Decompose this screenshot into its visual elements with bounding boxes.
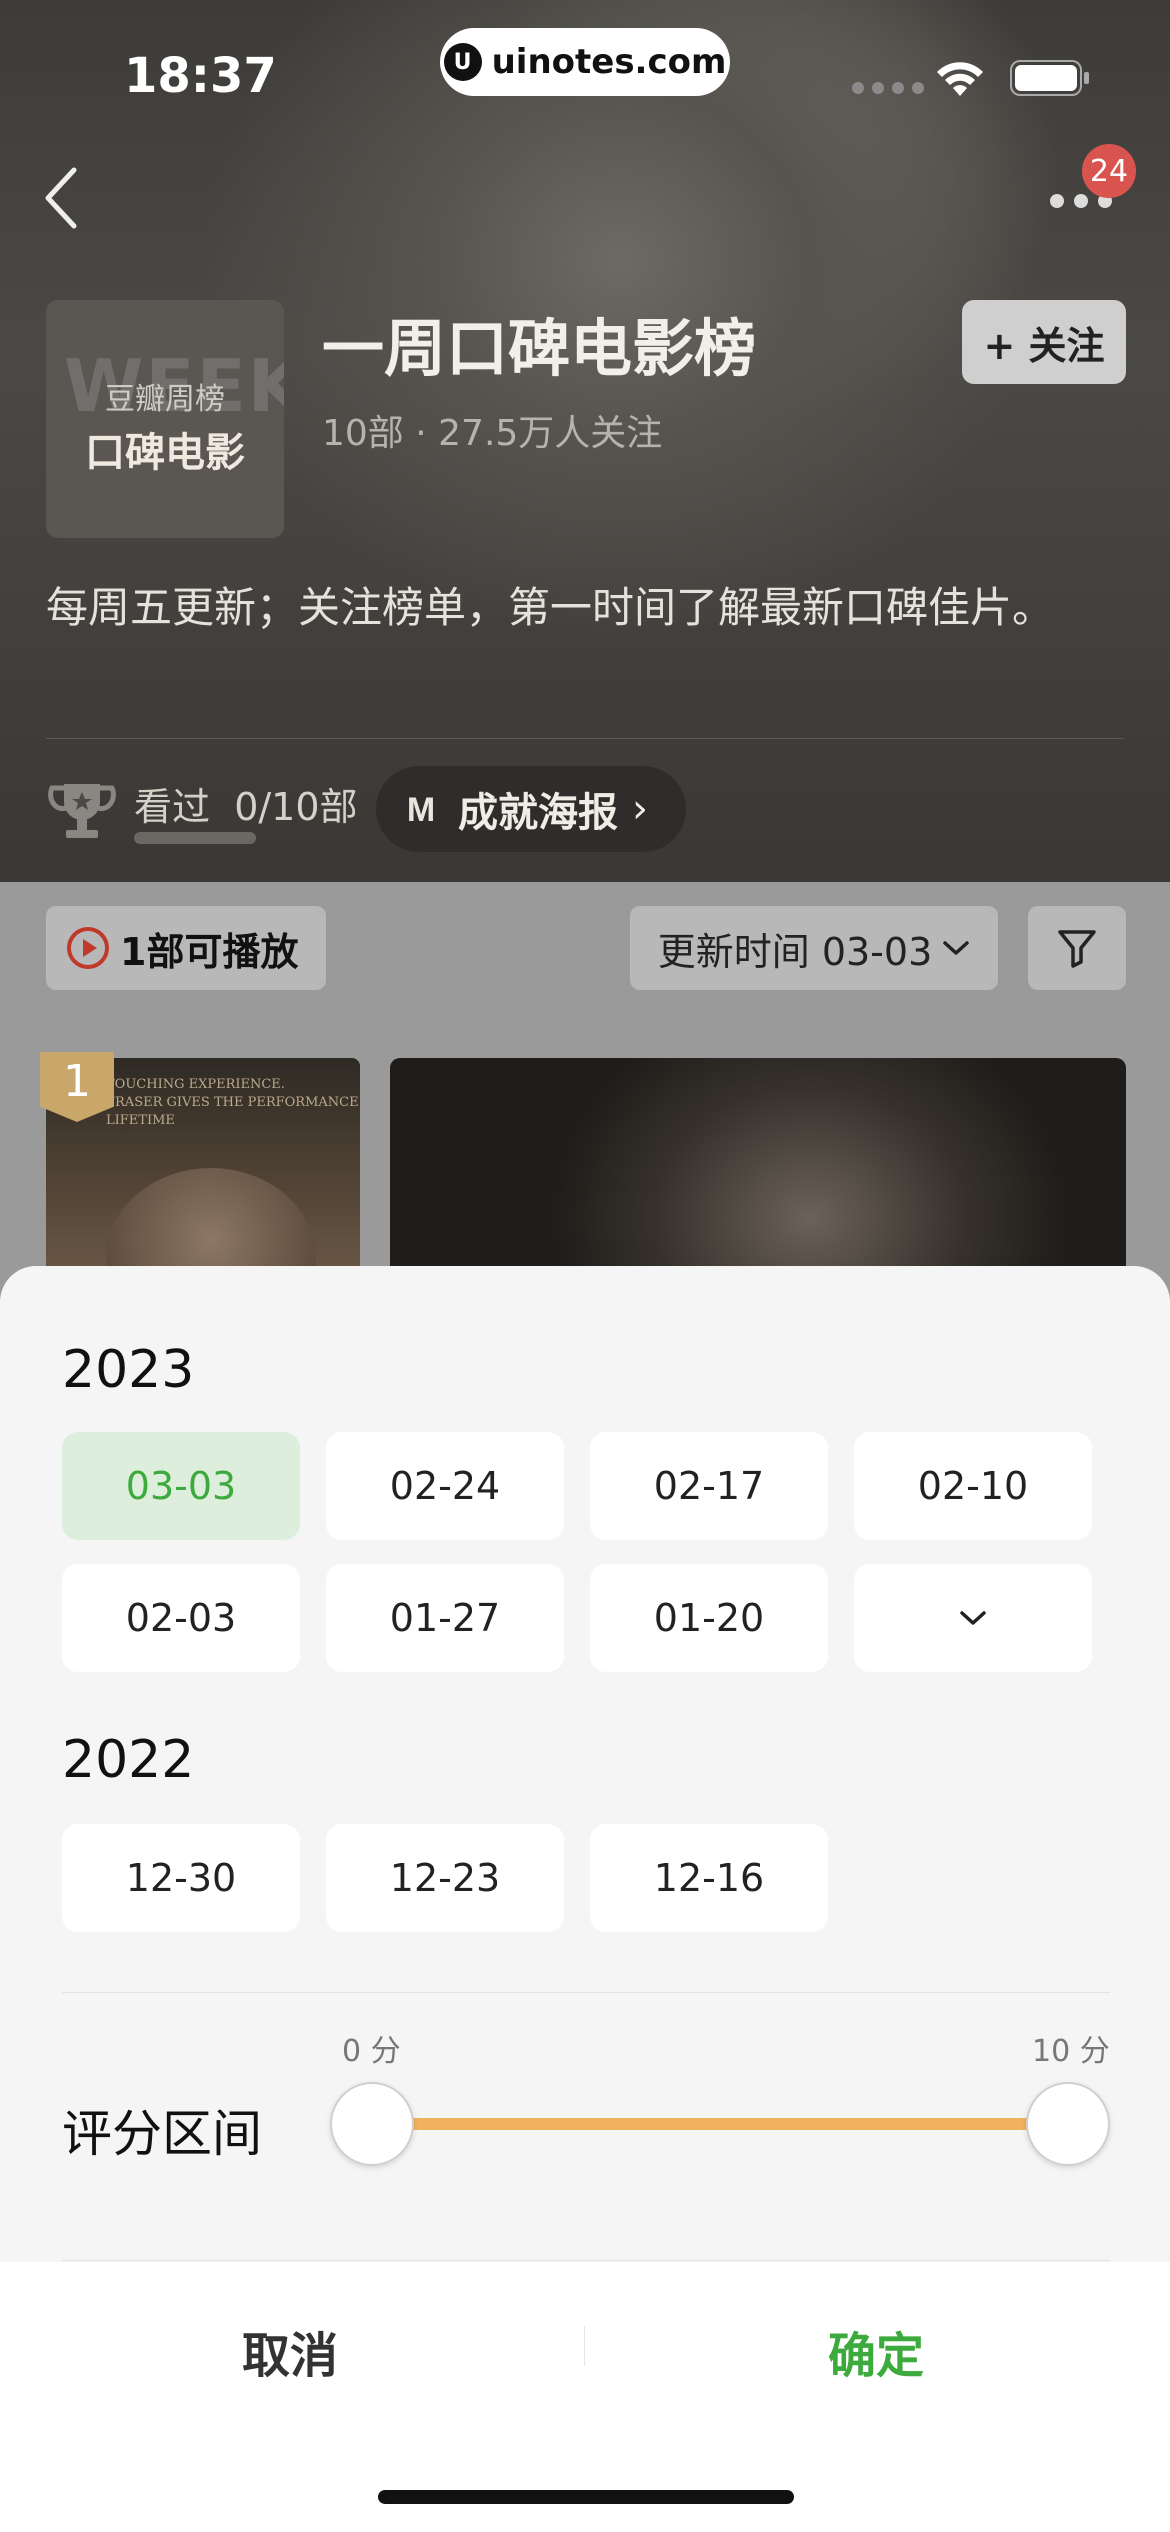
date-option[interactable]: 02-17 (590, 1432, 828, 1540)
home-indicator (378, 2490, 794, 2504)
cover-subtitle: 豆瓣周榜 (105, 382, 225, 417)
chevron-right-icon: › (632, 786, 648, 832)
site-logo-icon: U (443, 43, 482, 81)
update-time-label: 更新时间 03-03 (657, 929, 933, 974)
watched-progress-label: 看过 0/10部 (134, 776, 358, 831)
watched-prefix: 看过 (134, 785, 211, 829)
poster-caption: TOUCHING EXPERIENCE. FRASER GIVES THE PE… (106, 1077, 359, 1128)
follow-button[interactable]: + 关注 (962, 300, 1126, 384)
filter-button[interactable] (1028, 906, 1126, 990)
status-time: 18:37 (124, 48, 277, 104)
movie-still-image[interactable] (390, 1058, 1126, 1278)
expand-more-dates-button[interactable] (854, 1564, 1092, 1672)
battery-icon (1010, 60, 1089, 96)
year-heading-2022: 2022 (62, 1730, 195, 1790)
poster-logo-icon: M (400, 788, 442, 830)
playable-filter-button[interactable]: 1部可播放 (46, 906, 326, 990)
date-option[interactable]: 03-03 (62, 1432, 300, 1540)
cover-title: 口碑电影 (85, 430, 245, 476)
rating-max-label: 10 分 (1032, 2034, 1110, 2069)
date-option[interactable]: 01-20 (590, 1564, 828, 1672)
date-option[interactable]: 01-27 (326, 1564, 564, 1672)
date-option[interactable]: 02-24 (326, 1432, 564, 1540)
svg-text:M: M (407, 791, 435, 829)
rating-min-label: 0 分 (342, 2034, 401, 2069)
cancel-button[interactable]: 取消 (180, 2316, 400, 2384)
play-circle-icon (67, 927, 109, 969)
chevron-left-icon (45, 167, 77, 229)
achievement-poster-button[interactable]: M 成就海报 › (376, 766, 686, 852)
chevron-down-icon (943, 941, 969, 955)
page-title: 一周口碑电影榜 (322, 312, 757, 385)
rating-slider-max-handle[interactable] (1026, 2082, 1110, 2166)
list-description: 每周五更新；关注榜单，第一时间了解最新口碑佳片。 (46, 583, 1055, 632)
list-meta: 10部 · 27.5万人关注 (322, 413, 663, 454)
filter-funnel-icon (1058, 930, 1096, 968)
watched-progress-bar (134, 832, 256, 844)
cellular-signal-icon (852, 82, 924, 94)
confirm-button[interactable]: 确定 (766, 2316, 986, 2384)
divider (62, 2260, 1110, 2261)
poster-face (106, 1168, 316, 1278)
date-option[interactable]: 12-30 (62, 1824, 300, 1932)
rating-slider-track[interactable] (370, 2118, 1070, 2130)
footer-separator (584, 2326, 585, 2366)
rating-range-label: 评分区间 (62, 2105, 262, 2163)
playable-label: 1部可播放 (120, 929, 299, 974)
back-button[interactable] (40, 162, 96, 234)
list-cover-image: WEEK 豆瓣周榜 口碑电影 (46, 300, 284, 538)
divider (62, 1992, 1110, 1993)
date-option[interactable]: 02-10 (854, 1432, 1092, 1540)
update-time-dropdown[interactable]: 更新时间 03-03 (630, 906, 998, 990)
rating-slider-min-handle[interactable] (330, 2082, 414, 2166)
url-text: uinotes.com (491, 42, 727, 82)
url-pill: U uinotes.com (440, 28, 730, 96)
date-option[interactable]: 02-03 (62, 1564, 300, 1672)
date-option[interactable]: 12-16 (590, 1824, 828, 1932)
divider (46, 738, 1124, 739)
poster-label: 成就海报 (458, 790, 618, 836)
year-heading-2023: 2023 (62, 1340, 195, 1400)
watched-count: 0/10部 (234, 785, 358, 829)
status-bar: 18:37 U uinotes.com (0, 0, 1170, 140)
wifi-icon (937, 62, 983, 96)
chevron-down-icon (960, 1611, 986, 1625)
notification-badge: 24 (1082, 144, 1136, 198)
trophy-icon (48, 784, 116, 838)
date-option[interactable]: 12-23 (326, 1824, 564, 1932)
